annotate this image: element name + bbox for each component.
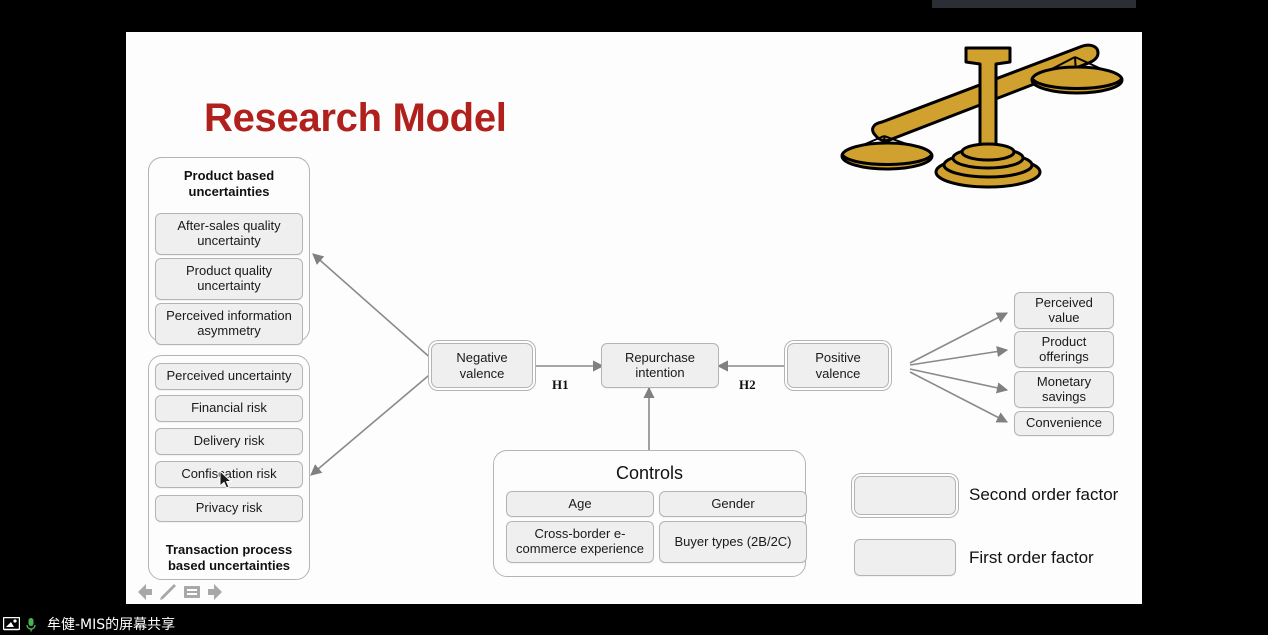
mouse-cursor: [219, 469, 233, 490]
next-slide-icon[interactable]: [204, 580, 228, 604]
screen-root: Research Model Product based uncertainti…: [0, 0, 1268, 635]
screen-share-status-text: 牟健-MIS的屏幕共享: [47, 616, 176, 633]
node-privacy-risk[interactable]: Privacy risk: [155, 495, 303, 522]
node-product-quality-line1: Product quality: [186, 263, 272, 279]
hypothesis-label-h2: H2: [739, 377, 756, 392]
group-product-based-title: Product based uncertainties: [149, 168, 309, 199]
node-positive-valence-line2: valence: [815, 365, 861, 381]
top-toolbar-strip: [932, 0, 1136, 8]
group-product-based-title-line2: uncertainties: [188, 183, 270, 199]
node-convenience[interactable]: Convenience: [1014, 411, 1114, 436]
node-perceived-uncertainty-label: Perceived uncertainty: [166, 368, 292, 384]
group-transaction-title-line1: Transaction process: [165, 542, 293, 557]
node-positive-valence-line1: Positive: [815, 349, 861, 365]
node-perceived-uncertainty[interactable]: Perceived uncertainty: [155, 363, 303, 390]
group-transaction-title: Transaction process based uncertainties: [149, 542, 309, 573]
legend-label-second-order: Second order factor: [969, 485, 1119, 504]
node-privacy-risk-label: Privacy risk: [195, 500, 263, 516]
screen-share-icon: [2, 616, 21, 631]
node-repurchase-intention-line2: intention: [635, 364, 685, 380]
node-control-age-label: Age: [568, 495, 592, 511]
node-control-buyer-types[interactable]: Buyer types (2B/2C): [659, 521, 807, 563]
slide-navigation-toolbar[interactable]: [132, 580, 242, 606]
node-negative-valence-line1: Negative: [456, 349, 508, 365]
node-monetary-savings-line1: Monetary: [1036, 373, 1092, 389]
status-bar: 牟健-MIS的屏幕共享: [0, 612, 1268, 635]
node-positive-valence[interactable]: Positive valence: [787, 343, 889, 388]
group-controls-title: Controls: [494, 463, 805, 485]
page-title: Research Model: [204, 96, 507, 140]
balance-scale-icon: [840, 32, 1140, 192]
slide-notes-icon[interactable]: [180, 580, 204, 604]
node-repurchase-intention[interactable]: Repurchase intention: [601, 343, 719, 388]
node-negative-valence-line2: valence: [459, 365, 505, 381]
legend-label-first-order: First order factor: [969, 548, 1094, 567]
node-after-sales-line2: uncertainty: [197, 233, 261, 248]
node-product-quality-uncertainty[interactable]: Product quality uncertainty: [155, 258, 303, 300]
legend-swatch-second-order: [854, 476, 956, 515]
hypothesis-label-h1: H1: [552, 377, 569, 392]
node-perceived-info-line2: asymmetry: [197, 323, 261, 338]
node-perceived-info-line1: Perceived information: [166, 308, 292, 324]
node-monetary-savings-line2: savings: [1041, 388, 1087, 404]
node-product-offerings-line1: Product: [1041, 333, 1087, 349]
node-perceived-information-asymmetry[interactable]: Perceived information asymmetry: [155, 303, 303, 345]
presentation-slide: Research Model Product based uncertainti…: [126, 32, 1142, 604]
node-financial-risk[interactable]: Financial risk: [155, 395, 303, 422]
group-product-based-title-line1: Product based: [183, 168, 275, 183]
node-perceived-value[interactable]: Perceived value: [1014, 292, 1114, 329]
node-control-cross-border-experience[interactable]: Cross-border e- commerce experience: [506, 521, 654, 563]
node-product-quality-line2: uncertainty: [197, 278, 261, 293]
pen-tool-icon[interactable]: [156, 580, 180, 604]
node-after-sales-quality-uncertainty[interactable]: After-sales quality uncertainty: [155, 213, 303, 255]
node-perceived-value-line2: value: [1048, 309, 1080, 325]
node-delivery-risk-label: Delivery risk: [193, 433, 265, 449]
node-convenience-label: Convenience: [1026, 415, 1102, 431]
node-control-crossborder-line2: commerce experience: [516, 541, 644, 556]
group-controls-title-label: Controls: [615, 463, 684, 483]
microphone-icon[interactable]: [25, 617, 42, 631]
node-control-buyer-types-label: Buyer types (2B/2C): [674, 533, 792, 549]
node-after-sales-line1: After-sales quality: [177, 218, 281, 234]
node-perceived-value-line1: Perceived: [1035, 294, 1093, 310]
node-repurchase-intention-line1: Repurchase: [624, 349, 696, 365]
node-monetary-savings[interactable]: Monetary savings: [1014, 371, 1114, 408]
node-control-gender-label: Gender: [711, 495, 755, 511]
node-product-offerings-line2: offerings: [1039, 348, 1089, 364]
node-negative-valence[interactable]: Negative valence: [431, 343, 533, 388]
group-transaction-title-line2: based uncertainties: [167, 557, 291, 573]
node-financial-risk-label: Financial risk: [191, 400, 267, 416]
node-control-gender[interactable]: Gender: [659, 491, 807, 517]
previous-slide-icon[interactable]: [132, 580, 156, 604]
node-delivery-risk[interactable]: Delivery risk: [155, 428, 303, 455]
node-control-crossborder-line1: Cross-border e-: [534, 526, 626, 542]
node-control-age[interactable]: Age: [506, 491, 654, 517]
legend-swatch-first-order: [854, 539, 956, 576]
node-product-offerings[interactable]: Product offerings: [1014, 331, 1114, 368]
